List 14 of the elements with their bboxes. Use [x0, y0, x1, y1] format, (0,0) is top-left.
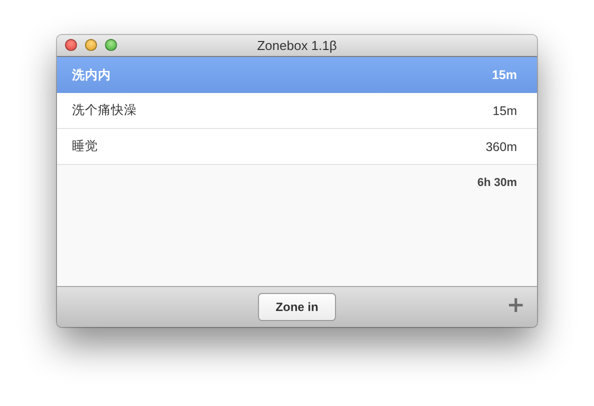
task-duration: 360m [486, 140, 517, 154]
task-duration: 15m [492, 104, 517, 118]
task-row[interactable]: 睡觉 360m [57, 129, 537, 165]
task-duration: 15m [492, 68, 517, 82]
zoom-button[interactable] [105, 39, 117, 51]
minimize-button[interactable] [85, 39, 97, 51]
zone-in-button[interactable]: Zone in [258, 293, 336, 321]
task-name: 洗内内 [72, 66, 111, 84]
window-title: Zonebox 1.1β [257, 38, 337, 53]
task-name: 睡觉 [72, 138, 98, 155]
task-row[interactable]: 洗个痛快澡 15m [57, 93, 537, 129]
close-button[interactable] [65, 39, 77, 51]
total-duration: 6h 30m [477, 177, 517, 189]
task-name: 洗个痛快澡 [72, 102, 137, 119]
